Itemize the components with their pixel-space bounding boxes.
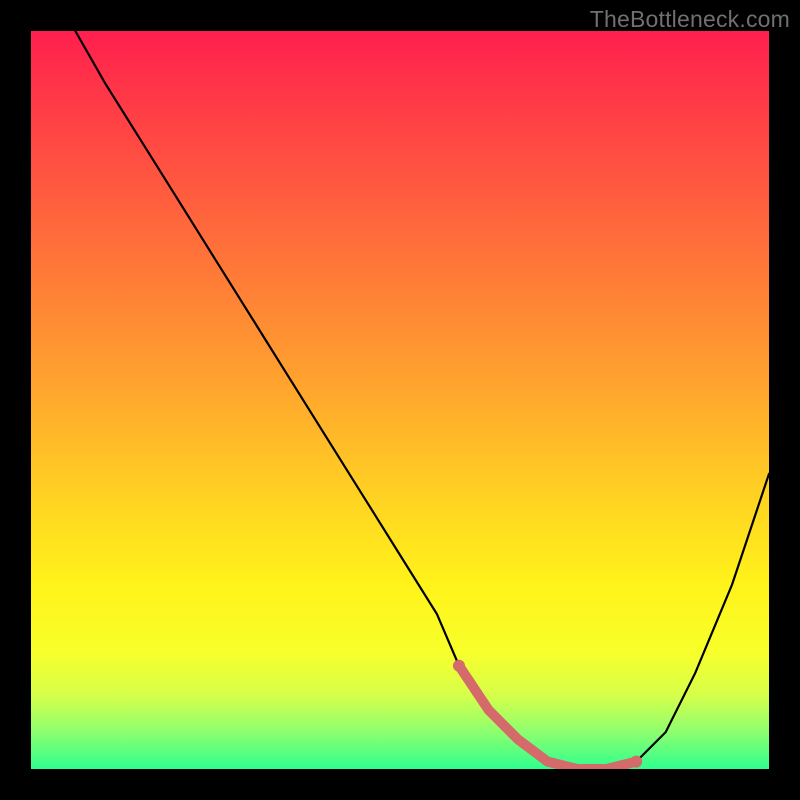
optimal-range-highlight	[459, 666, 636, 769]
plot-area	[31, 31, 769, 769]
highlight-start-dot	[453, 660, 465, 672]
curve-svg	[31, 31, 769, 769]
bottleneck-curve	[75, 31, 769, 769]
chart-frame: TheBottleneck.com	[0, 0, 800, 800]
watermark-text: TheBottleneck.com	[590, 6, 790, 33]
highlight-end-dot	[630, 756, 642, 768]
